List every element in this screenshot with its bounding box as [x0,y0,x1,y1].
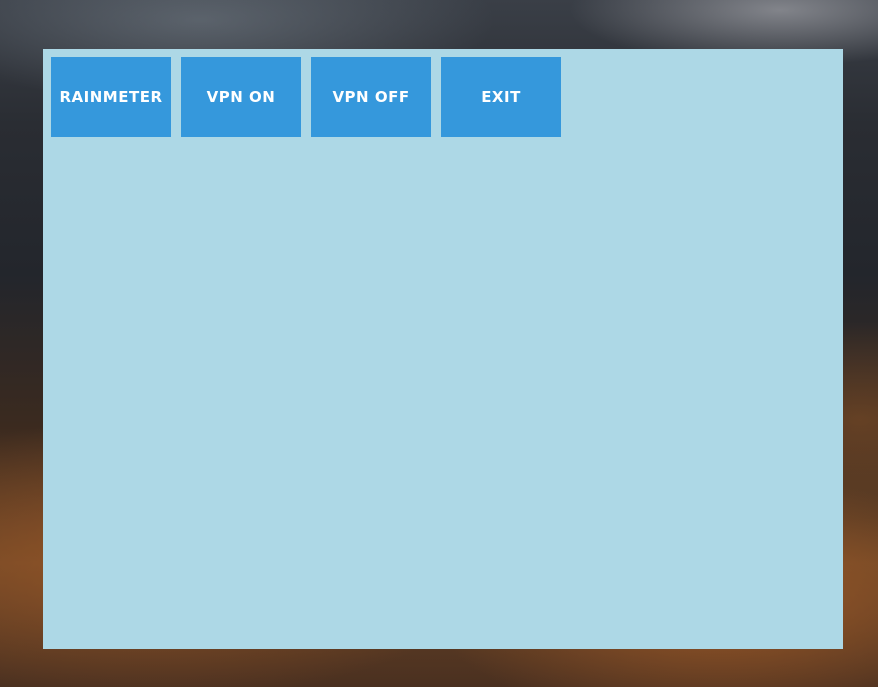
exit-button[interactable]: EXIT [441,57,561,137]
vpn-on-button[interactable]: VPN ON [181,57,301,137]
rainmeter-button[interactable]: RAINMETER [51,57,171,137]
button-toolbar: RAINMETER VPN ON VPN OFF EXIT [51,57,561,137]
launcher-panel: RAINMETER VPN ON VPN OFF EXIT [43,49,843,649]
vpn-off-button[interactable]: VPN OFF [311,57,431,137]
